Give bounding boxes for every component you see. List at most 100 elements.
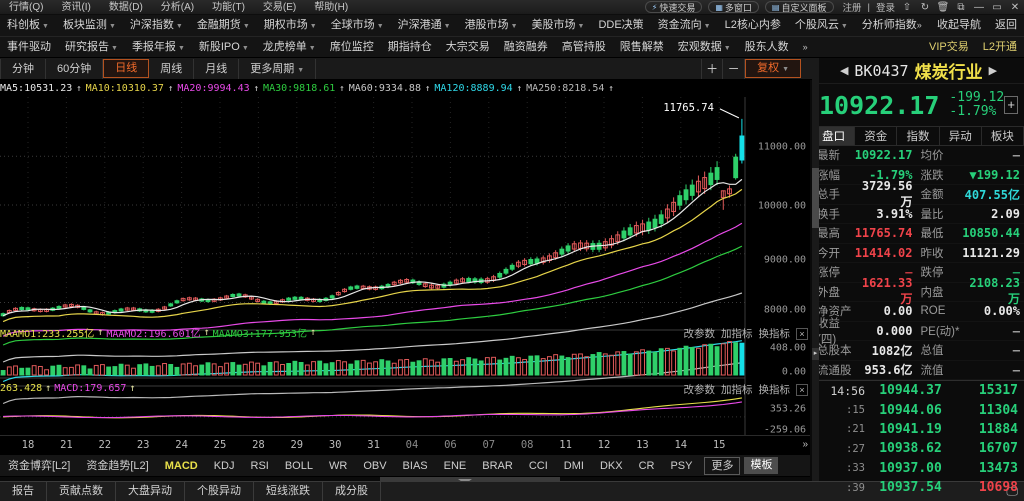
indicator-tab-wr[interactable]: WR <box>321 455 355 477</box>
nav-item-11[interactable]: 宏观数据 ▼ <box>671 37 738 59</box>
nav-item-3[interactable]: 新股IPO ▼ <box>192 37 256 59</box>
nav-item-11[interactable]: L2核心内参 <box>718 15 788 36</box>
close-indicator-icon[interactable]: × <box>796 327 808 340</box>
nav-item-2[interactable]: 季报年报 ▼ <box>125 37 192 59</box>
chart-area[interactable]: 11765.74 11000.00 10000.00 9000.00 8000.… <box>0 97 810 436</box>
minimize-icon[interactable]: — <box>970 0 988 15</box>
nav-item-10[interactable]: 限售解禁 <box>613 37 671 58</box>
nav-item-9[interactable]: DDE决策 <box>591 15 650 36</box>
change-params-button[interactable]: 改参数 <box>684 382 716 397</box>
indicator-tab-boll[interactable]: BOLL <box>277 455 321 477</box>
tick-row[interactable]: 14:56 10944.37 15317 <box>813 381 1024 400</box>
tick-row[interactable]: :21 10941.19 11884 <box>813 420 1024 439</box>
period-minute[interactable]: 分钟 <box>0 58 46 79</box>
nav-item-15[interactable]: 返回 <box>988 15 1024 36</box>
close-indicator-icon[interactable]: × <box>796 383 808 396</box>
period-more[interactable]: 更多周期 ▼ <box>239 58 317 79</box>
nav-item-5[interactable]: 全球市场 ▼ <box>324 15 391 37</box>
bottom-tab-0[interactable]: 报告 <box>0 482 47 501</box>
zoom-out-button[interactable]: － <box>723 58 746 79</box>
dock-icon[interactable]: ⧉ <box>952 0 970 15</box>
quote-tab-盘口[interactable]: 盘口 <box>813 127 856 145</box>
nav-more-icon[interactable]: » <box>796 37 815 58</box>
nav-item-4[interactable]: 龙虎榜单 ▼ <box>256 37 323 59</box>
register-link[interactable]: 注册 <box>840 0 865 14</box>
login-link[interactable]: 登录 <box>873 0 898 14</box>
bottom-tab-5[interactable]: 成分股 <box>323 482 381 501</box>
indicator-tab-dmi[interactable]: DMI <box>556 455 592 477</box>
refresh-icon[interactable]: ↻ <box>916 0 934 15</box>
quote-tab-资金[interactable]: 资金 <box>855 127 898 145</box>
swap-indicator-button[interactable]: 换指标 <box>759 382 791 397</box>
zoom-in-button[interactable]: ＋ <box>701 58 724 79</box>
multi-window-button[interactable]: ▦ 多窗口 <box>708 1 759 13</box>
indicator-tab-obv[interactable]: OBV <box>355 455 394 477</box>
nav-item-7[interactable]: 港股市场 ▼ <box>458 15 525 37</box>
maximize-icon[interactable]: ▭ <box>988 0 1006 15</box>
scroll-right-icon[interactable]: » <box>802 439 808 450</box>
indicator-tab-ene[interactable]: ENE <box>436 455 475 477</box>
menu-item-functions[interactable]: 功能(T) <box>203 0 254 15</box>
tick-row[interactable]: :15 10944.06 11304 <box>813 400 1024 419</box>
tick-list[interactable]: 14:56 10944.37 15317:15 10944.06 11304:21 109… <box>813 380 1024 497</box>
indicator-tab-资金趋势l2[interactable]: 资金趋势[L2] <box>78 455 156 477</box>
nav-item-7[interactable]: 大宗交易 <box>439 37 497 58</box>
nav-item-1[interactable]: 板块监测 ▼ <box>56 15 123 37</box>
indicator-template-button[interactable]: 模板 <box>744 457 779 474</box>
change-params-button[interactable]: 改参数 <box>684 326 716 341</box>
nav-item-0[interactable]: 事件驱动 <box>0 37 58 58</box>
indicator-tab-macd[interactable]: MACD <box>157 455 206 477</box>
bottom-tab-3[interactable]: 个股异动 <box>185 482 254 501</box>
add-to-watchlist-button[interactable]: + <box>1004 96 1018 114</box>
nav-item-10[interactable]: 资金流向 ▼ <box>651 15 718 37</box>
quote-tab-指数[interactable]: 指数 <box>897 127 940 145</box>
nav-item-13[interactable]: 分析师指数» <box>855 15 929 36</box>
indicator-tab-cr[interactable]: CR <box>631 455 663 477</box>
close-icon[interactable]: ✕ <box>1006 0 1024 15</box>
period-daily[interactable]: 日线 <box>103 59 150 78</box>
quote-tab-板块[interactable]: 板块 <box>982 127 1024 145</box>
nav-item-2[interactable]: 沪深指数 ▼ <box>123 15 190 37</box>
tick-row[interactable]: :39 10937.54 10698 <box>813 478 1024 497</box>
scrollbar-thumb[interactable] <box>812 168 819 228</box>
period-weekly[interactable]: 周线 <box>149 58 195 79</box>
nav-more-icon[interactable]: » <box>917 20 922 30</box>
quote-tab-异动[interactable]: 异动 <box>940 127 982 145</box>
menu-item-quotes[interactable]: 行情(Q) <box>0 0 52 15</box>
period-60min[interactable]: 60分钟 <box>46 58 104 79</box>
nav-item-6[interactable]: 期指持仓 <box>381 37 439 58</box>
indicator-tab-bias[interactable]: BIAS <box>395 455 436 477</box>
nav-item-12[interactable]: 股东人数 <box>738 37 796 58</box>
period-monthly[interactable]: 月线 <box>194 58 240 79</box>
indicator-tab-资金博弈l2[interactable]: 资金博弈[L2] <box>0 455 78 477</box>
add-indicator-button[interactable]: 加指标 <box>721 326 753 341</box>
menu-item-news[interactable]: 资讯(I) <box>52 0 99 15</box>
nav-item-12[interactable]: 个股风云 ▼ <box>788 15 855 37</box>
nav-promo-item-1[interactable]: L2开通 <box>976 37 1024 58</box>
tick-row[interactable]: :27 10938.62 16707 <box>813 439 1024 458</box>
add-indicator-button[interactable]: 加指标 <box>721 382 753 397</box>
nav-promo-item-0[interactable]: VIP交易 <box>922 37 976 58</box>
quick-trade-button[interactable]: ⚡ 快速交易 <box>644 1 703 13</box>
bottom-tab-2[interactable]: 大盘异动 <box>116 482 185 501</box>
nav-item-8[interactable]: 融资融券 <box>497 37 555 58</box>
bottom-tab-4[interactable]: 短线涨跌 <box>254 482 323 501</box>
prev-stock-icon[interactable]: ◀ <box>840 64 848 77</box>
indicator-tab-dkx[interactable]: DKX <box>592 455 631 477</box>
menu-item-data[interactable]: 数据(D) <box>100 0 152 15</box>
nav-item-0[interactable]: 科创板 ▼ <box>0 15 56 37</box>
indicator-tab-brar[interactable]: BRAR <box>474 455 521 477</box>
swap-indicator-button[interactable]: 换指标 <box>759 326 791 341</box>
next-stock-icon[interactable]: ▶ <box>989 64 997 77</box>
scroll-right-arrow-icon[interactable]: ▸ <box>812 348 819 360</box>
up-arrow-icon[interactable]: ⇧ <box>898 0 916 15</box>
nav-item-9[interactable]: 高管持股 <box>555 37 613 58</box>
tick-row[interactable]: :33 10937.00 13473 <box>813 459 1024 478</box>
nav-item-5[interactable]: 席位监控 <box>323 37 381 58</box>
nav-item-3[interactable]: 金融期货 ▼ <box>190 15 257 37</box>
indicator-tab-cci[interactable]: CCI <box>521 455 556 477</box>
menu-item-analysis[interactable]: 分析(A) <box>152 0 203 15</box>
indicator-tab-psy[interactable]: PSY <box>662 455 700 477</box>
adjust-price-button[interactable]: 复权 ▼ <box>745 59 802 78</box>
trash-icon[interactable]: 🗑 <box>934 0 952 15</box>
